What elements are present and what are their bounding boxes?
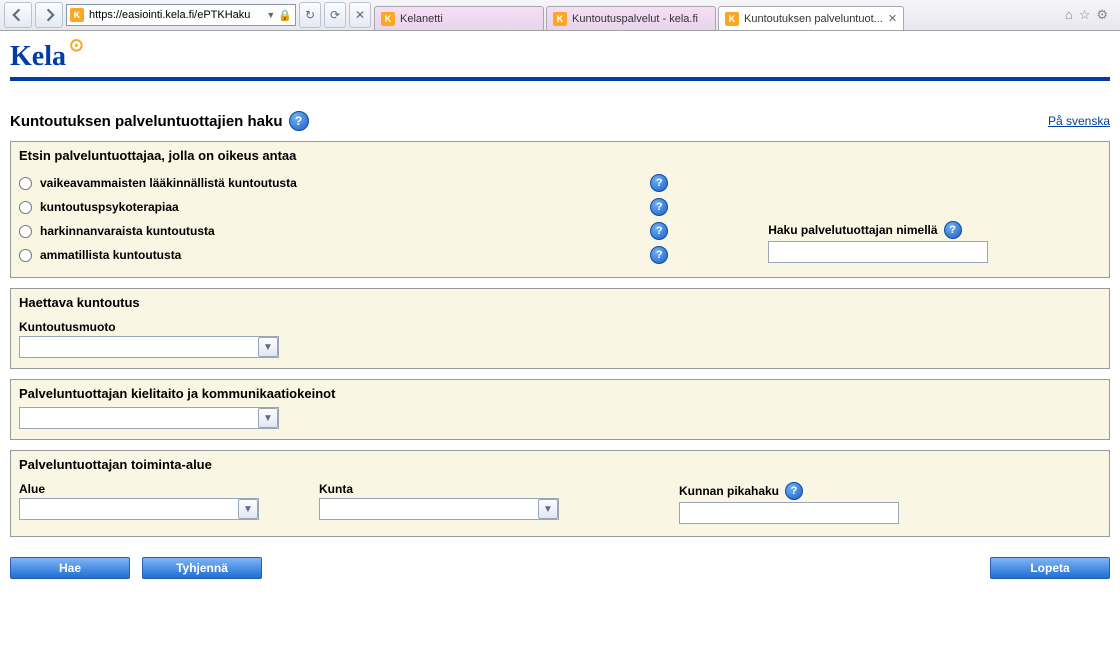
section-operating-area: Palveluntuottajan toiminta-alue Alue ▼ K… — [10, 450, 1110, 537]
chevron-down-icon[interactable]: ▼ — [238, 499, 258, 519]
radio-label: vaikeavammaisten lääkinnällistä kuntoutu… — [40, 176, 297, 190]
section-language: Palveluntuottajan kielitaito ja kommunik… — [10, 379, 1110, 440]
name-search-label: Haku palvelutuottajan nimellä — [768, 223, 937, 237]
help-icon[interactable]: ? — [650, 222, 668, 240]
browser-tab[interactable]: K Kuntoutuspalvelut - kela.fi — [546, 6, 716, 30]
help-icon[interactable]: ? — [785, 482, 803, 500]
provider-name-input[interactable] — [768, 241, 988, 263]
radio-option-1[interactable] — [19, 177, 32, 190]
form-type-select[interactable] — [19, 336, 279, 358]
help-icon[interactable]: ? — [650, 174, 668, 192]
url-input[interactable] — [87, 6, 263, 24]
site-favicon: K — [70, 8, 84, 22]
header-divider — [10, 77, 1110, 81]
tab-label: Kelanetti — [400, 13, 443, 25]
chevron-down-icon[interactable]: ▼ — [258, 408, 278, 428]
radio-label: ammatillista kuntoutusta — [40, 248, 181, 262]
language-link-svenska[interactable]: På svenska — [1048, 114, 1110, 128]
section-service-right: Etsin palveluntuottajaa, jolla on oikeus… — [10, 141, 1110, 278]
chrome-toolbar-icons: ⌂ ☆ ⚙ — [1065, 7, 1116, 23]
tab-close-icon[interactable]: ✕ — [888, 12, 897, 25]
section-rehab-form: Haettava kuntoutus Kuntoutusmuoto ▼ — [10, 288, 1110, 369]
tab-label: Kuntoutuspalvelut - kela.fi — [572, 13, 698, 25]
tab-favicon: K — [553, 12, 567, 26]
logo-swirl-icon: ⊙ — [69, 35, 84, 56]
form-type-label: Kuntoutusmuoto — [19, 316, 1101, 336]
language-select[interactable] — [19, 407, 279, 429]
kela-logo: Kela ⊙ — [10, 41, 66, 73]
help-icon[interactable]: ? — [650, 198, 668, 216]
clear-button[interactable]: Tyhjennä — [142, 557, 262, 579]
municipality-quick-search-input[interactable] — [679, 502, 899, 524]
chevron-down-icon[interactable]: ▼ — [538, 499, 558, 519]
section-heading: Haettava kuntoutus — [11, 289, 1109, 316]
page-content: Kela ⊙ Kuntoutuksen palveluntuottajien h… — [0, 31, 1120, 599]
nav-forward-button[interactable] — [35, 2, 63, 28]
municipality-label: Kunta — [319, 478, 579, 498]
help-icon[interactable]: ? — [289, 111, 309, 131]
municipality-select[interactable] — [319, 498, 559, 520]
section-heading: Palveluntuottajan kielitaito ja kommunik… — [11, 380, 1109, 407]
section-heading: Etsin palveluntuottajaa, jolla on oikeus… — [11, 142, 1109, 169]
help-icon[interactable]: ? — [650, 246, 668, 264]
tab-favicon: K — [725, 12, 739, 26]
tab-favicon: K — [381, 12, 395, 26]
area-label: Alue — [19, 478, 279, 498]
nav-back-button[interactable] — [4, 2, 32, 28]
section-heading: Palveluntuottajan toiminta-alue — [11, 451, 1109, 478]
help-icon[interactable]: ? — [944, 221, 962, 239]
action-buttons-row: Hae Tyhjennä Lopeta — [10, 537, 1110, 579]
reload-button[interactable]: ⟳ — [324, 2, 346, 28]
browser-tab[interactable]: K Kelanetti — [374, 6, 544, 30]
radio-option-2[interactable] — [19, 201, 32, 214]
radio-option-4[interactable] — [19, 249, 32, 262]
radio-label: kuntoutuspsykoterapiaa — [40, 200, 179, 214]
radio-label: harkinnanvaraista kuntoutusta — [40, 224, 215, 238]
stop-button[interactable]: ✕ — [349, 2, 371, 28]
area-select[interactable] — [19, 498, 259, 520]
home-icon[interactable]: ⌂ — [1065, 7, 1073, 23]
address-bar[interactable]: K ▼ 🔒 — [66, 4, 296, 26]
favorites-icon[interactable]: ☆ — [1079, 7, 1091, 23]
search-button[interactable]: Hae — [10, 557, 130, 579]
dropdown-icon[interactable]: ▼ — [266, 10, 275, 20]
radio-option-3[interactable] — [19, 225, 32, 238]
quick-search-label: Kunnan pikahaku — [679, 484, 779, 498]
exit-button[interactable]: Lopeta — [990, 557, 1110, 579]
refresh-button[interactable]: ↻ — [299, 2, 321, 28]
browser-tab-active[interactable]: K Kuntoutuksen palveluntuot... ✕ — [718, 6, 904, 30]
settings-icon[interactable]: ⚙ — [1096, 7, 1108, 23]
tab-strip: K Kelanetti K Kuntoutuspalvelut - kela.f… — [374, 0, 1062, 30]
chevron-down-icon[interactable]: ▼ — [258, 337, 278, 357]
tab-label: Kuntoutuksen palveluntuot... — [744, 13, 883, 25]
lock-icon: 🔒 — [278, 9, 292, 22]
browser-chrome: K ▼ 🔒 ↻ ⟳ ✕ K Kelanetti K Kuntoutuspalve… — [0, 0, 1120, 31]
page-title: Kuntoutuksen palveluntuottajien haku — [10, 113, 283, 130]
